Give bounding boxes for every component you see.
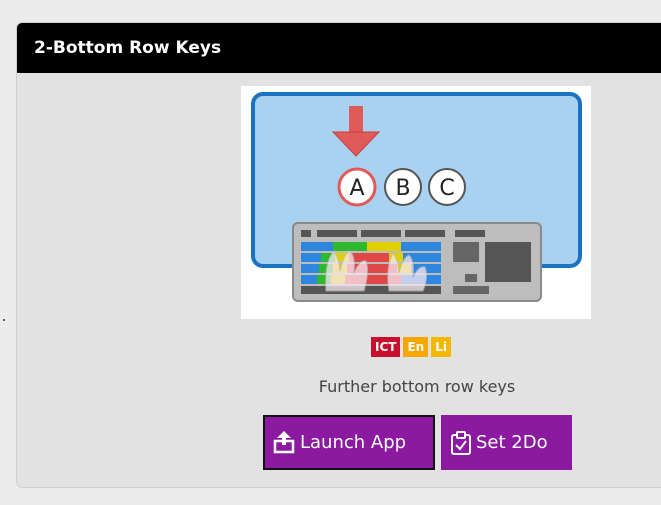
activity-card: 2-Bottom Row Keys A B C ICT En Li Furthe…: [16, 22, 661, 488]
letter-b: B: [395, 176, 410, 201]
keyboard-illustration: A B C: [251, 92, 582, 302]
badge-en: En: [403, 337, 429, 357]
card-title: 2-Bottom Row Keys: [17, 23, 661, 73]
set-2do-button[interactable]: Set 2Do: [441, 415, 572, 470]
activity-description: Further bottom row keys: [318, 377, 516, 396]
activity-thumbnail[interactable]: A B C: [241, 86, 591, 319]
page: 2-Bottom Row Keys A B C ICT En Li Furthe…: [0, 0, 661, 505]
subject-badges: ICT En Li: [371, 337, 451, 357]
share-upload-icon: [273, 430, 295, 453]
set-2do-label: Set 2Do: [476, 432, 548, 453]
badge-ict: ICT: [371, 337, 401, 357]
edge-mark: [3, 319, 5, 321]
launch-app-button[interactable]: Launch App: [263, 415, 435, 470]
launch-app-label: Launch App: [300, 432, 407, 453]
clipboard-check-icon: [451, 430, 471, 455]
letter-a: A: [349, 176, 364, 201]
badge-li: Li: [431, 337, 451, 357]
letter-c: C: [439, 176, 454, 201]
